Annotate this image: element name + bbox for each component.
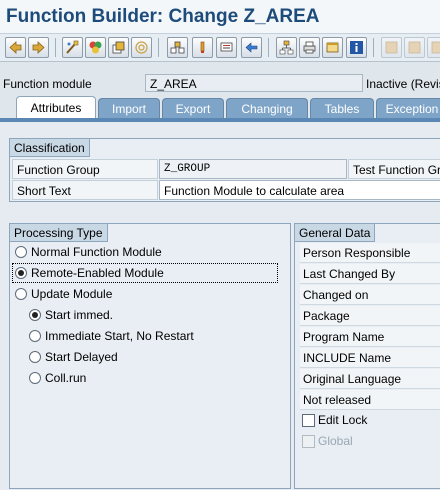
short-text-label: Short Text bbox=[12, 180, 158, 200]
radio-label: Start immed. bbox=[45, 308, 114, 322]
radio-normal-function-module[interactable]: Normal Function Module bbox=[15, 244, 265, 262]
info-icon bbox=[350, 41, 363, 54]
global-checkbox-row: Global bbox=[302, 433, 432, 451]
original-language-label: Original Language bbox=[300, 369, 440, 389]
function-module-label: Function module bbox=[3, 77, 92, 91]
navigate-button[interactable] bbox=[241, 37, 262, 58]
test-button[interactable] bbox=[131, 37, 152, 58]
navigate-icon bbox=[245, 42, 258, 53]
radio-label: Remote-Enabled Module bbox=[31, 266, 164, 280]
edit-lock-checkbox-row[interactable]: Edit Lock bbox=[302, 412, 432, 430]
general-data-title: General Data bbox=[295, 224, 376, 242]
window-title: Function Builder: Change Z_AREA bbox=[6, 6, 320, 27]
check-button[interactable] bbox=[85, 37, 106, 58]
radio-button-selected[interactable] bbox=[29, 309, 41, 321]
global-checkbox bbox=[302, 435, 315, 448]
application-toolbar bbox=[0, 34, 440, 62]
radio-button[interactable] bbox=[29, 351, 41, 363]
release-status-label: Not released bbox=[300, 390, 440, 410]
function-group-label: Function Group bbox=[12, 159, 158, 179]
tab-tables[interactable]: Tables bbox=[310, 98, 374, 118]
other-object-icon bbox=[66, 40, 79, 54]
function-module-header: Function module Z_AREA Inactive (Revis bbox=[0, 72, 440, 94]
tab-exceptions[interactable]: Exception bbox=[376, 98, 440, 118]
forward-arrow-icon bbox=[32, 41, 45, 54]
global-label: Global bbox=[318, 434, 353, 448]
pointer-icon bbox=[200, 41, 205, 53]
activate-icon bbox=[112, 41, 125, 54]
radio-remote-enabled-module[interactable]: Remote-Enabled Module bbox=[15, 265, 265, 283]
toolbar-separator bbox=[373, 38, 374, 57]
other-object-button[interactable] bbox=[62, 37, 83, 58]
back-button[interactable] bbox=[5, 37, 26, 58]
edit-lock-label: Edit Lock bbox=[318, 413, 368, 427]
radio-button[interactable] bbox=[15, 246, 27, 258]
include-name-label: INCLUDE Name bbox=[300, 348, 440, 368]
toolbar-separator bbox=[55, 38, 56, 57]
edit-lock-checkbox[interactable] bbox=[302, 414, 315, 427]
radio-label: Coll.run bbox=[45, 371, 87, 385]
program-name-label: Program Name bbox=[300, 327, 440, 347]
pointer-button[interactable] bbox=[192, 37, 213, 58]
tab-export[interactable]: Export bbox=[162, 98, 224, 118]
function-group-text: Test Function Gr bbox=[348, 159, 440, 179]
disabled-icon-1 bbox=[385, 41, 398, 54]
changed-on-label: Changed on bbox=[300, 285, 440, 305]
person-responsible-label: Person Responsible bbox=[300, 243, 440, 263]
toolbar-separator bbox=[268, 38, 269, 57]
function-module-field: Z_AREA bbox=[145, 74, 363, 92]
window-icon bbox=[326, 42, 339, 53]
radio-start-delayed[interactable]: Start Delayed bbox=[29, 349, 279, 367]
disabled-button-2[interactable] bbox=[404, 37, 425, 58]
radio-label: Immediate Start, No Restart bbox=[45, 329, 194, 343]
classification-title: Classification bbox=[10, 139, 90, 157]
radio-button-selected[interactable] bbox=[15, 267, 27, 279]
disabled-icon-3 bbox=[431, 41, 440, 54]
function-group-field[interactable]: Z_GROUP bbox=[159, 159, 347, 179]
activate-button[interactable] bbox=[108, 37, 129, 58]
status-text: Inactive (Revis bbox=[366, 77, 440, 91]
radio-start-immed[interactable]: Start immed. bbox=[29, 307, 279, 325]
window-button[interactable] bbox=[322, 37, 343, 58]
where-used-button[interactable] bbox=[167, 37, 188, 58]
hierarchy-icon bbox=[279, 40, 294, 55]
object-list-button[interactable] bbox=[216, 37, 237, 58]
radio-button[interactable] bbox=[29, 330, 41, 342]
short-text-field[interactable]: Function Module to calculate area bbox=[159, 180, 440, 200]
tab-attributes[interactable]: Attributes bbox=[16, 96, 96, 118]
radio-button[interactable] bbox=[15, 288, 27, 300]
hierarchy-button[interactable] bbox=[276, 37, 297, 58]
where-used-icon bbox=[170, 41, 185, 54]
disabled-button-3[interactable] bbox=[427, 37, 440, 58]
test-icon bbox=[135, 41, 148, 54]
display-object-list-icon bbox=[220, 42, 233, 52]
radio-label: Start Delayed bbox=[45, 350, 118, 364]
radio-button[interactable] bbox=[29, 372, 41, 384]
check-icon bbox=[89, 41, 102, 54]
radio-label: Normal Function Module bbox=[31, 245, 162, 259]
radio-update-module[interactable]: Update Module bbox=[15, 286, 265, 304]
radio-coll-run[interactable]: Coll.run bbox=[29, 370, 279, 388]
radio-label: Update Module bbox=[31, 287, 113, 301]
tab-import[interactable]: Import bbox=[98, 98, 160, 118]
tab-strip: Attributes Import Export Changing Tables… bbox=[0, 96, 440, 118]
toolbar-separator bbox=[158, 38, 159, 57]
package-label: Package bbox=[300, 306, 440, 326]
processing-type-title: Processing Type bbox=[10, 224, 108, 242]
print-icon bbox=[303, 41, 316, 54]
info-button[interactable] bbox=[346, 37, 367, 58]
title-bar: Function Builder: Change Z_AREA bbox=[0, 0, 440, 34]
radio-immediate-start-no-restart[interactable]: Immediate Start, No Restart bbox=[29, 328, 279, 346]
disabled-button-1[interactable] bbox=[381, 37, 402, 58]
forward-button[interactable] bbox=[28, 37, 49, 58]
tab-changing[interactable]: Changing bbox=[226, 98, 308, 118]
print-button[interactable] bbox=[299, 37, 320, 58]
disabled-icon-2 bbox=[408, 41, 421, 54]
last-changed-by-label: Last Changed By bbox=[300, 264, 440, 284]
back-arrow-icon bbox=[9, 41, 22, 54]
